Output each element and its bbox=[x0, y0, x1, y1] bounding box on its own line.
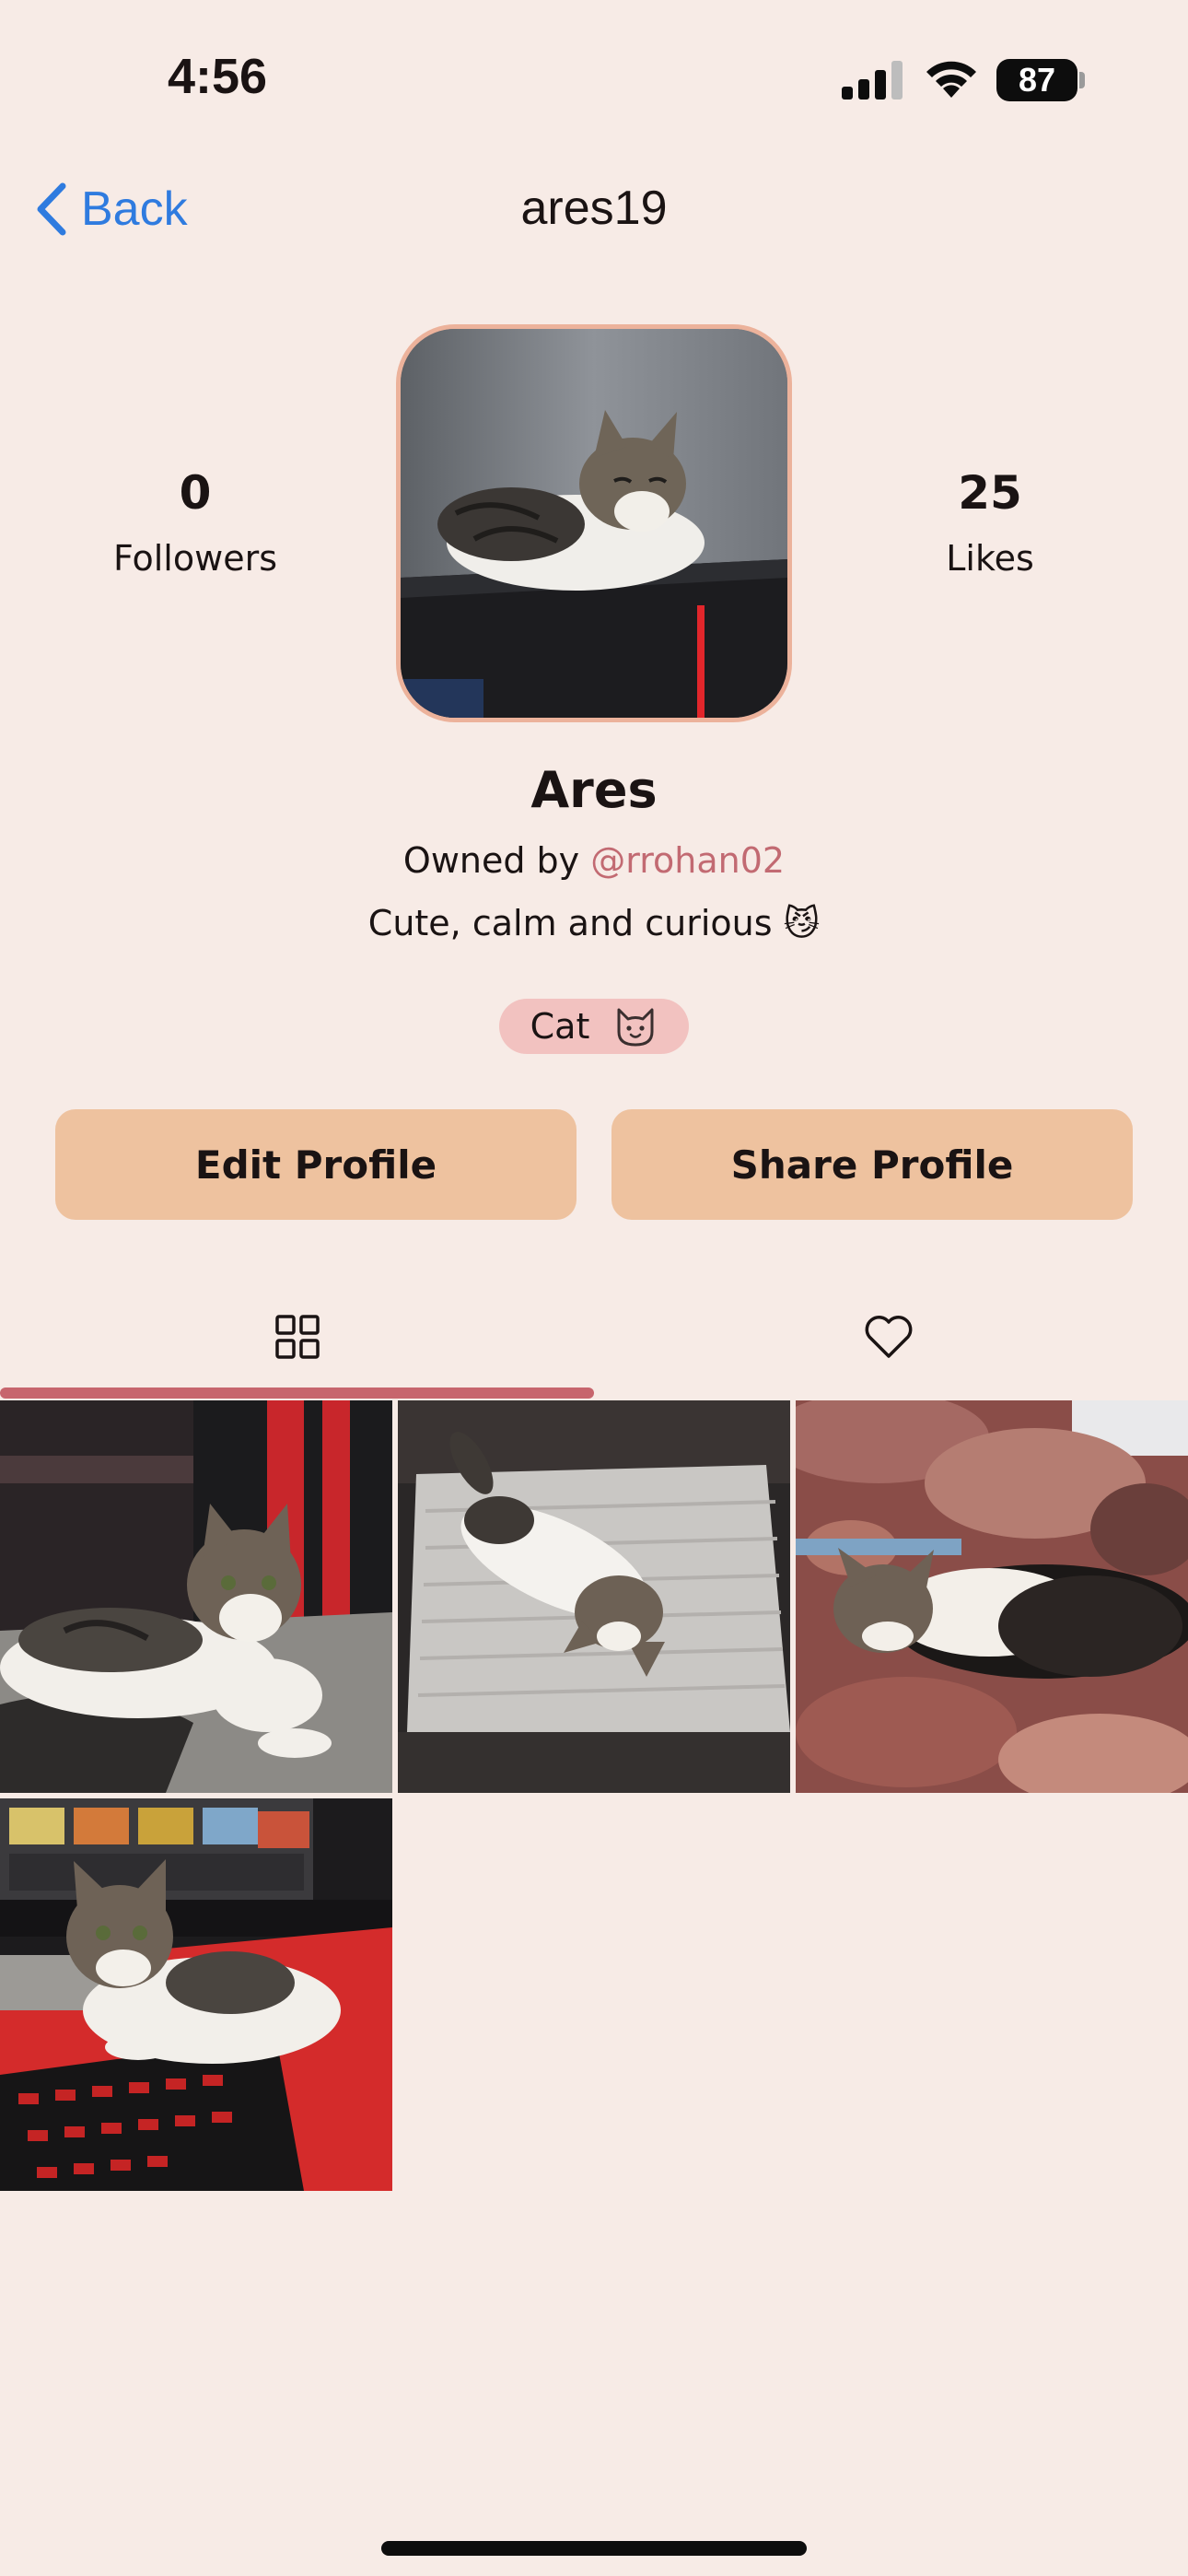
cat-face-icon bbox=[617, 1008, 654, 1047]
owned-by-label: Owned by bbox=[402, 840, 580, 881]
owner-line: Owned by @rrohan02 bbox=[0, 840, 1188, 881]
species-label: Cat bbox=[530, 1006, 590, 1047]
post-thumbnail[interactable] bbox=[398, 1400, 790, 1793]
wifi-icon bbox=[926, 61, 976, 98]
likes-stat[interactable]: 25 Likes bbox=[852, 461, 1128, 584]
species-badge: Cat bbox=[499, 999, 689, 1054]
likes-label: Likes bbox=[946, 538, 1034, 579]
page-title: ares19 bbox=[520, 181, 668, 235]
cellular-signal-icon bbox=[842, 61, 903, 100]
home-indicator[interactable] bbox=[381, 2541, 807, 2556]
followers-label: Followers bbox=[113, 538, 277, 579]
active-tab-indicator bbox=[0, 1388, 594, 1399]
post-thumbnail[interactable] bbox=[0, 1798, 392, 2191]
cat-photo-image bbox=[796, 1400, 1188, 1793]
heart-icon bbox=[865, 1316, 913, 1358]
post-thumbnail[interactable] bbox=[0, 1400, 392, 1793]
battery-level: 87 bbox=[996, 59, 1077, 101]
owner-handle-link[interactable]: @rrohan02 bbox=[590, 840, 785, 881]
cat-photo-image bbox=[0, 1798, 392, 2191]
share-profile-button[interactable]: Share Profile bbox=[611, 1109, 1133, 1220]
cat-photo-image bbox=[398, 1400, 790, 1793]
post-thumbnail[interactable] bbox=[796, 1400, 1188, 1793]
status-time: 4:56 bbox=[168, 49, 268, 104]
battery-icon: 87 bbox=[996, 59, 1085, 101]
followers-stat[interactable]: 0 Followers bbox=[57, 461, 333, 584]
grid-icon bbox=[275, 1315, 320, 1359]
tab-posts-grid[interactable] bbox=[0, 1290, 594, 1391]
bio: Cute, calm and curious 😼 bbox=[367, 903, 821, 943]
likes-count: 25 bbox=[958, 466, 1022, 520]
edit-profile-button[interactable]: Edit Profile bbox=[55, 1109, 577, 1220]
cat-avatar-image bbox=[401, 329, 787, 718]
followers-count: 0 bbox=[179, 466, 212, 520]
cat-photo-image bbox=[0, 1400, 392, 1793]
profile-avatar[interactable] bbox=[396, 324, 792, 722]
pet-name: Ares bbox=[530, 761, 658, 819]
tab-liked[interactable] bbox=[594, 1290, 1188, 1391]
status-bar: 4:56 87 bbox=[0, 0, 1188, 157]
